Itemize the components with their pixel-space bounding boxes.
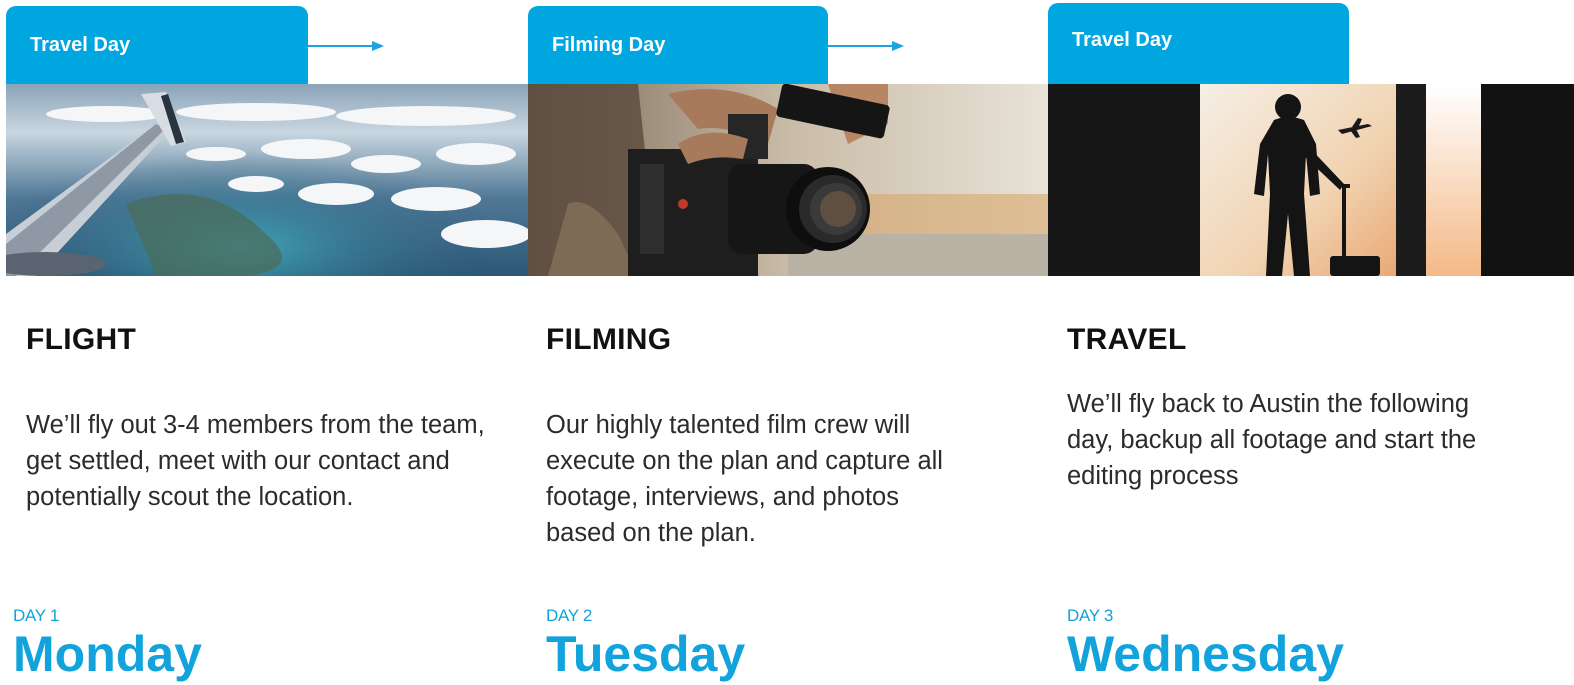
section-heading: FLIGHT [26,323,137,356]
arrow-right-icon [308,41,384,51]
day-column-1: Travel Day FLIGHT We’ll fly out 3-4 memb… [0,0,528,685]
day-column-3: Travel Day TRAVEL We’ll fly back to Aust… [1048,0,1574,685]
cinema-camera-image [528,84,1048,276]
day-column-2: Filming Day FILMING Our highly talented … [528,0,1048,685]
day-number: DAY 3 [1067,606,1114,625]
arrow-right-icon [828,41,904,51]
section-heading: FILMING [546,323,672,356]
section-description: We’ll fly out 3-4 members from the team,… [26,411,485,511]
day-tab: Filming Day [528,6,828,84]
section-description: We’ll fly back to Austin the following d… [1067,390,1477,490]
tab-label: Filming Day [552,34,666,56]
day-number: DAY 2 [546,606,593,625]
traveler-silhouette-image [1048,84,1574,276]
day-tab: Travel Day [1048,3,1349,84]
airplane-wing-image [6,84,528,276]
day-name: Wednesday [1067,626,1344,682]
tab-label: Travel Day [30,34,131,56]
day-tab: Travel Day [6,6,308,84]
day-name: Monday [13,626,202,682]
section-description: Our highly talented film crew will execu… [546,411,943,547]
section-heading: TRAVEL [1067,323,1187,356]
day-name: Tuesday [546,626,746,682]
tab-label: Travel Day [1072,29,1173,51]
day-number: DAY 1 [13,606,60,625]
